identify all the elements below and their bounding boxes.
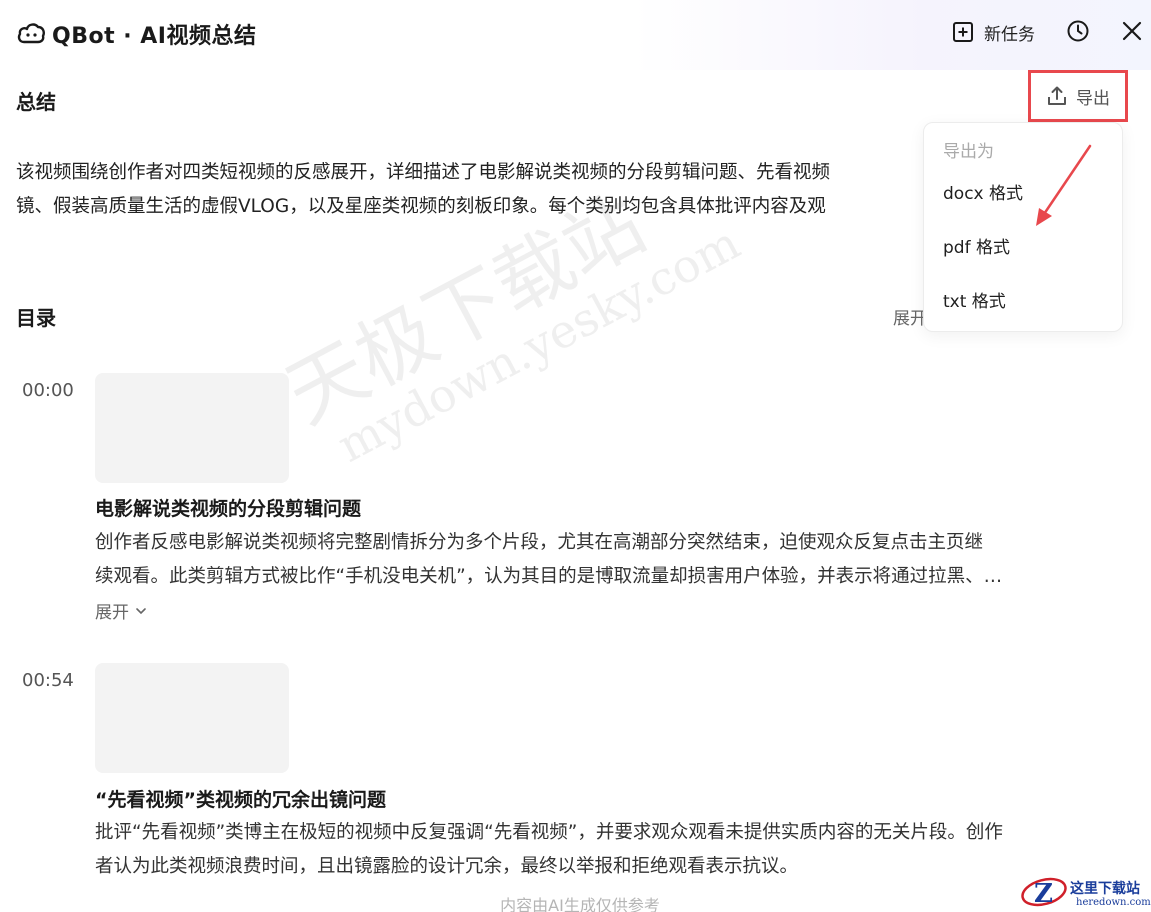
close-icon[interactable] <box>1121 20 1143 42</box>
chapter-thumbnail[interactable] <box>95 373 289 483</box>
chapter-line: 创作者反感电影解说类视频将完整剧情拆分为多个片段，尤其在高潮部分突然结束，迫使观… <box>95 532 984 553</box>
chapter-timestamp[interactable]: 00:00 <box>22 380 74 401</box>
site-logo: Z 这里下载站 heredown.com <box>1018 872 1151 912</box>
header: QBot · AI视频总结 新任务 <box>0 0 1151 66</box>
export-button[interactable]: 导出 <box>1028 70 1128 122</box>
chapter-description: 创作者反感电影解说类视频将完整剧情拆分为多个片段，尤其在高潮部分突然结束，迫使观… <box>95 526 1117 594</box>
export-option-pdf[interactable]: pdf 格式 <box>943 233 1010 258</box>
export-dropdown: 导出为 docx 格式 pdf 格式 txt 格式 <box>923 122 1123 332</box>
site-logo-text: 这里下载站 <box>1070 881 1140 897</box>
svg-text:Z: Z <box>1034 879 1053 909</box>
chapter-timestamp[interactable]: 00:54 <box>22 670 74 691</box>
chevron-down-icon <box>136 607 146 614</box>
site-logo-icon: Z <box>1021 877 1067 909</box>
app-title: QBot · AI视频总结 <box>52 24 257 49</box>
toc-heading: 目录 <box>16 306 56 330</box>
chapter-title: 电影解说类视频的分段剪辑问题 <box>95 498 362 520</box>
chapter-line: 者认为此类视频浪费时间，且出镜露脸的设计冗余，最终以举报和拒绝观看表示抗议。 <box>95 856 799 877</box>
export-menu-title: 导出为 <box>943 142 994 162</box>
new-task-label: 新任务 <box>984 24 1035 45</box>
watermark-line: mydown.yesky.com <box>328 215 749 473</box>
site-logo-domain: heredown.com <box>1076 897 1151 908</box>
qbot-cloud-icon <box>17 23 45 44</box>
add-square-icon <box>953 22 973 42</box>
chapter-title: “先看视频”类视频的冗余出镜问题 <box>95 789 386 811</box>
new-task-button[interactable]: 新任务 <box>952 18 1035 46</box>
upload-icon <box>1048 86 1066 105</box>
chapter-line: 批评“先看视频”类博主在极短的视频中反复强调“先看视频”，并要求观众观看未提供实… <box>95 822 1003 843</box>
export-option-docx[interactable]: docx 格式 <box>943 179 1023 204</box>
chapter-expand-label: 展开 <box>95 603 129 623</box>
history-clock-icon[interactable] <box>1066 19 1090 43</box>
expand-all-button[interactable]: 展开 <box>893 304 927 329</box>
chapter-thumbnail[interactable] <box>95 663 289 773</box>
chapter-line: 续观看。此类剪辑方式被比作“手机没电关机”，认为其目的是博取流量却损害用户体验，… <box>95 566 1003 587</box>
ai-disclaimer: 内容由AI生成仅供参考 <box>500 896 660 912</box>
chapter-expand-button[interactable]: 展开 <box>95 598 147 623</box>
export-label: 导出 <box>1076 88 1110 109</box>
chapter-description: 批评“先看视频”类博主在极短的视频中反复强调“先看视频”，并要求观众观看未提供实… <box>95 816 1117 884</box>
summary-heading: 总结 <box>16 90 56 114</box>
export-option-txt[interactable]: txt 格式 <box>943 287 1006 312</box>
watermark: 天极下载站 mydown.yesky.com <box>209 50 791 550</box>
